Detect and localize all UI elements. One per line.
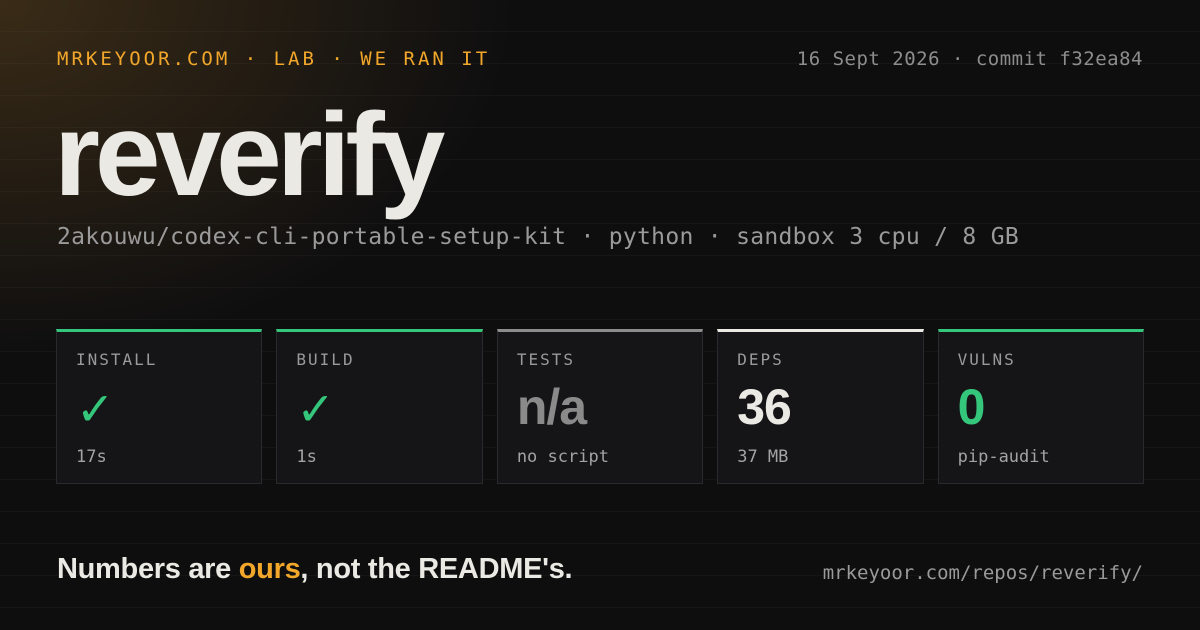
page-title: reverify: [54, 89, 445, 221]
install-time: 17s: [76, 447, 107, 467]
tagline-end: , not the README's.: [300, 553, 573, 585]
build-label: BUILD: [296, 350, 355, 369]
site-kicker: MRKEYOOR.COM · LAB · WE RAN IT: [57, 48, 491, 70]
repo-subtitle: 2akouwu/codex-cli-portable-setup-kit · p…: [57, 224, 1020, 250]
tests-label: TESTS: [516, 350, 575, 369]
stats-cards: INSTALL ✓ 17s BUILD ✓ 1s TESTS n/a no sc…: [56, 329, 1145, 484]
page-url: mrkeyoor.com/repos/reverify/: [822, 562, 1143, 584]
vulns-value: 0: [957, 379, 986, 435]
build-time: 1s: [296, 447, 317, 467]
tests-card: TESTS n/a no script: [496, 329, 704, 484]
vulns-card: VULNS 0 pip-audit: [937, 329, 1145, 484]
vulns-label: VULNS: [957, 350, 1016, 369]
install-check-icon: ✓: [76, 382, 115, 436]
tagline-highlight: ours: [238, 553, 301, 585]
deps-label: DEPS: [737, 350, 784, 369]
build-check-icon: ✓: [296, 382, 335, 436]
deps-value: 36: [737, 379, 792, 435]
date-commit-meta: 16 Sept 2026 · commit f32ea84: [796, 48, 1143, 70]
vulns-tool: pip-audit: [957, 447, 1050, 467]
deps-card: DEPS 36 37 MB: [717, 329, 924, 484]
install-label: INSTALL: [76, 350, 158, 369]
tagline: Numbers are ours, not the README's.: [57, 553, 573, 586]
deps-size: 37 MB: [737, 447, 789, 467]
build-card: BUILD ✓ 1s: [276, 329, 483, 484]
tagline-start: Numbers are: [57, 553, 239, 585]
tests-value: n/a: [516, 379, 587, 435]
tests-note: no script: [516, 447, 609, 467]
install-card: INSTALL ✓ 17s: [56, 329, 263, 484]
